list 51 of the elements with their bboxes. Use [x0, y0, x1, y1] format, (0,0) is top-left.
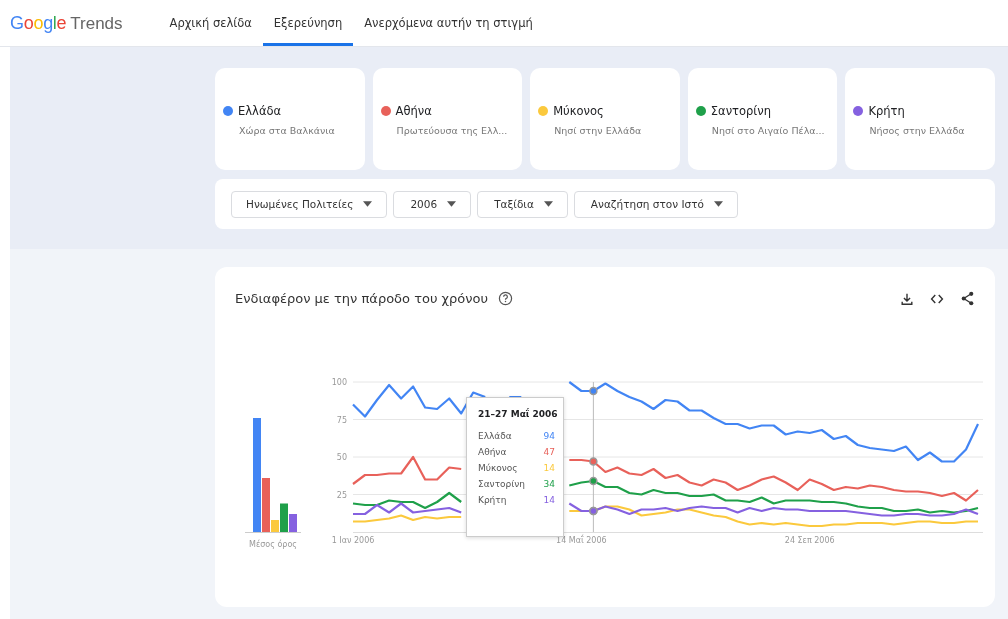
axis-tick-label: 75 [336, 415, 347, 425]
chart-title: Ενδιαφέρον με την πάροδο του χρόνου [235, 291, 489, 306]
term-subtitle: Νησί στο Αιγαίο Πέλα... [711, 125, 826, 136]
axis-tick-label: 25 [336, 490, 347, 500]
term-subtitle: Χώρα στα Βαλκάνια [239, 125, 336, 136]
tooltip-value: 14 [543, 463, 555, 473]
axis-tick-label: 1 Ιαν 2006 [331, 536, 375, 545]
tooltip-series-name: Αθήνα [478, 447, 507, 457]
filter-dropdown[interactable]: Ηνωμένες Πολιτείες [231, 190, 388, 218]
tooltip-value: 47 [543, 447, 555, 457]
axis-tick-label: 100 [331, 378, 347, 387]
filter-dropdown[interactable]: 2006 [393, 190, 472, 218]
download-icon[interactable] [900, 291, 914, 306]
hover-point [589, 386, 598, 396]
tooltip-value: 94 [543, 431, 555, 441]
nav-tab[interactable]: Ανερχόμενα αυτήν τη στιγμή [353, 0, 544, 46]
term-name: Μύκονος [553, 104, 604, 118]
search-term-card[interactable]: Σαντορίνη Νησί στο Αιγαίο Πέλα... [687, 68, 838, 170]
hover-point [589, 457, 598, 466]
axis-tick-label: 50 [336, 453, 347, 462]
tooltip-series-name: Μύκονος [478, 463, 518, 473]
search-term-card[interactable]: Αθήνα Πρωτεύουσα της Ελλ... [372, 68, 523, 170]
term-name: Σαντορίνη [710, 104, 771, 118]
term-subtitle: Νησί στην Ελλάδα [554, 125, 643, 136]
search-term-card[interactable]: Ελλάδα Χώρα στα Βαλκάνια [215, 68, 365, 170]
nav-tab[interactable]: Αρχική σελίδα [158, 0, 263, 46]
caret-icon [363, 201, 373, 207]
caret-icon [543, 201, 553, 207]
tooltip-series-name: Κρήτη [478, 495, 507, 505]
term-name: Ελλάδα [238, 104, 282, 118]
filter-dropdown[interactable]: Ταξίδια [477, 190, 568, 218]
filter-dropdown[interactable]: Αναζήτηση στον Ιστό [573, 190, 738, 218]
tooltip-series-name: Σαντορίνη [478, 479, 526, 489]
tooltip-date: 21–27 Μαΐ 2006 [478, 409, 555, 419]
hover-point [589, 476, 598, 486]
axis-label: Μέσος όρος [249, 540, 297, 549]
google-trends-logo[interactable]: Google Trends [10, 12, 123, 34]
term-subtitle: Νήσος στην Ελλάδα [869, 125, 966, 136]
caret-icon [447, 201, 457, 207]
caret-icon [713, 201, 723, 207]
search-term-card[interactable]: Κρήτη Νήσος στην Ελλάδα [845, 68, 995, 170]
term-subtitle: Πρωτεύουσα της Ελλ... [396, 125, 509, 136]
axis-tick-label: 24 Σεπ 2006 [784, 536, 835, 545]
share-icon[interactable] [960, 291, 975, 306]
tooltip-series-name: Ελλάδα [478, 431, 512, 441]
term-name: Αθήνα [395, 104, 432, 118]
tooltip-value: 34 [543, 479, 555, 489]
term-name: Κρήτη [868, 104, 905, 118]
tooltip-value: 14 [543, 495, 555, 505]
help-icon[interactable] [498, 291, 514, 306]
search-term-card[interactable]: Μύκονος Νησί στην Ελλάδα [530, 68, 680, 170]
